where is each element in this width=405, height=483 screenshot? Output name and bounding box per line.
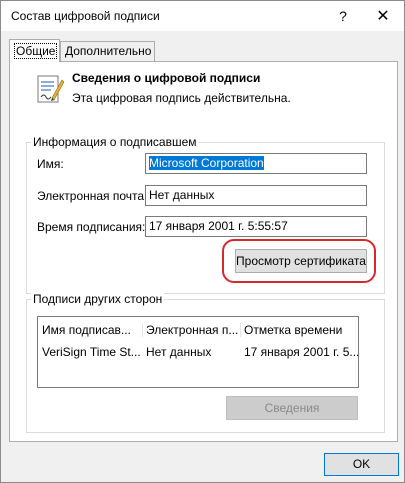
- details-label: Сведения: [264, 401, 320, 415]
- details-button[interactable]: Сведения: [226, 396, 358, 420]
- tab-general-label: Общие: [14, 43, 58, 59]
- signing-time-label: Время подписания:: [37, 220, 146, 234]
- ok-label: OK: [352, 457, 371, 471]
- email-field[interactable]: Нет данных: [145, 185, 367, 206]
- view-certificate-button[interactable]: Просмотр сертификата: [235, 249, 367, 273]
- signer-info-group: Информация о подписавшем Имя: Microsoft …: [26, 135, 385, 294]
- dialog-window: Состав цифровой подписи ? ✕ Общие Дополн…: [0, 0, 405, 483]
- countersignatures-group-title: Подписи других сторон: [31, 292, 165, 306]
- column-header-timestamp[interactable]: Отметка времени: [240, 319, 358, 341]
- ok-button[interactable]: OK: [324, 453, 399, 476]
- list-header: Имя подписав... Электронная п... Отметка…: [38, 319, 358, 341]
- close-button[interactable]: ✕: [363, 1, 403, 31]
- name-field[interactable]: Microsoft Corporation: [145, 153, 367, 174]
- signature-status: Эта цифровая подпись действительна.: [72, 91, 291, 105]
- countersignatures-list[interactable]: Имя подписав... Электронная п... Отметка…: [37, 316, 359, 388]
- tab-advanced-label: Дополнительно: [65, 44, 152, 58]
- title-bar: Состав цифровой подписи ? ✕: [1, 1, 404, 31]
- email-label: Электронная почта:: [37, 189, 148, 203]
- row-email: Нет данных: [146, 345, 212, 359]
- name-label: Имя:: [37, 157, 64, 171]
- countersignatures-group: Подписи других сторон Имя подписав... Эл…: [26, 292, 385, 433]
- help-button[interactable]: ?: [323, 1, 363, 31]
- signing-time-value: 17 января 2001 г. 5:55:57: [149, 219, 288, 233]
- list-item[interactable]: VeriSign Time St... Нет данных 17 января…: [38, 341, 358, 363]
- email-value: Нет данных: [149, 188, 215, 202]
- tab-general[interactable]: Общие: [9, 39, 60, 62]
- signer-group-title: Информация о подписавшем: [31, 135, 199, 149]
- tab-advanced[interactable]: Дополнительно: [60, 41, 155, 61]
- signature-heading: Сведения о цифровой подписи: [72, 71, 261, 85]
- row-timestamp: 17 января 2001 г. 5...: [244, 345, 358, 359]
- signing-time-field[interactable]: 17 января 2001 г. 5:55:57: [145, 216, 367, 237]
- window-title: Состав цифровой подписи: [11, 9, 160, 23]
- row-name: VeriSign Time St...: [42, 345, 141, 359]
- name-value: Microsoft Corporation: [149, 156, 264, 170]
- view-certificate-label: Просмотр сертификата: [236, 254, 366, 268]
- signed-document-icon: [37, 75, 64, 103]
- tab-panel-general: Сведения о цифровой подписи Эта цифровая…: [9, 61, 398, 442]
- column-header-name[interactable]: Имя подписав...: [38, 319, 142, 341]
- column-header-email[interactable]: Электронная п...: [142, 319, 240, 341]
